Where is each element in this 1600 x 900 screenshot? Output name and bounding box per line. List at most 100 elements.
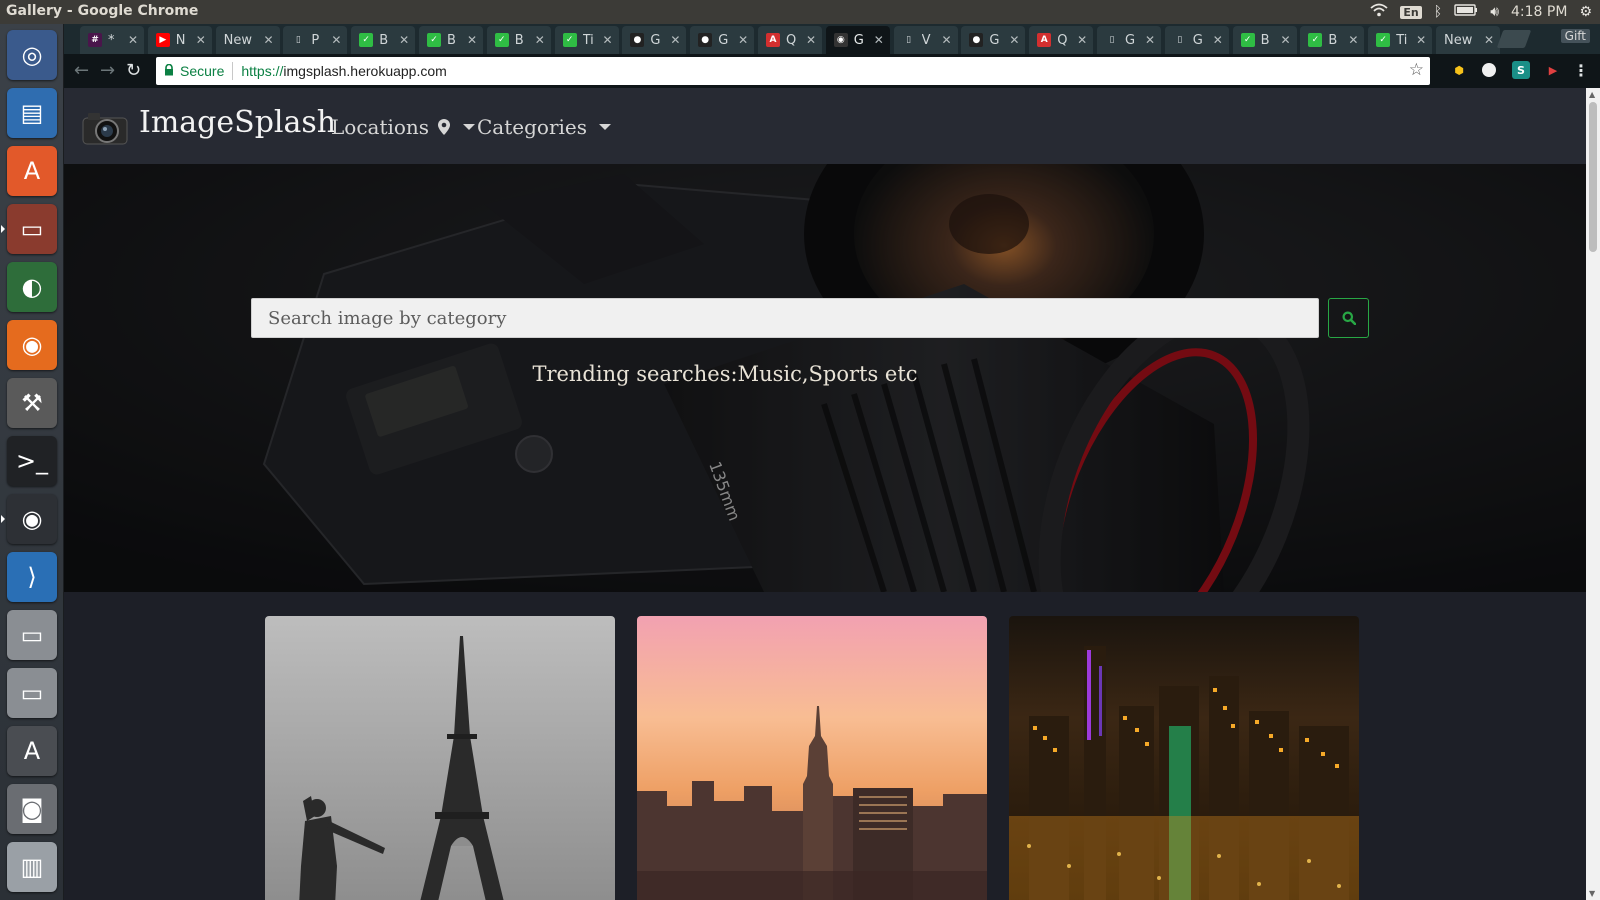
tab-close-icon[interactable]: ✕ bbox=[1348, 33, 1364, 47]
browser-tab[interactable]: ● G ✕ bbox=[690, 26, 755, 54]
search-button[interactable] bbox=[1328, 298, 1369, 338]
browser-tab[interactable]: ◉ G ✕ bbox=[825, 26, 890, 54]
tab-title: G bbox=[650, 32, 661, 48]
menu-kebab-icon[interactable]: ⋮ bbox=[1572, 61, 1590, 80]
browser-tab[interactable]: ✓ B ✕ bbox=[1300, 26, 1365, 54]
vscode-icon[interactable]: ⟩ bbox=[7, 552, 57, 602]
gallery-image-eiffel-tower[interactable] bbox=[265, 616, 615, 900]
tab-favicon-icon: ● bbox=[969, 33, 984, 47]
s-extension-icon[interactable]: S bbox=[1512, 61, 1530, 79]
tab-close-icon[interactable]: ✕ bbox=[806, 33, 822, 47]
browser-tab[interactable]: ✓ B ✕ bbox=[486, 26, 551, 54]
drive-icon[interactable]: ▭ bbox=[7, 610, 57, 660]
browser-tab[interactable]: ▯ G ✕ bbox=[1097, 26, 1161, 54]
browser-tab[interactable]: ● G ✕ bbox=[622, 26, 687, 54]
tab-favicon-icon: ● bbox=[698, 33, 713, 47]
brand-name[interactable]: ImageSplash bbox=[139, 105, 336, 140]
scroll-up-arrow-icon[interactable]: ▲ bbox=[1589, 90, 1595, 99]
camera-logo-icon[interactable] bbox=[80, 106, 130, 148]
tab-close-icon[interactable]: ✕ bbox=[1009, 33, 1025, 47]
drive-icon[interactable]: ▭ bbox=[7, 668, 57, 718]
software-updater-icon[interactable]: A bbox=[7, 726, 57, 776]
categories-dropdown[interactable]: Categories bbox=[477, 115, 611, 139]
bluetooth-icon[interactable]: ᛒ bbox=[1434, 4, 1442, 20]
search-input[interactable] bbox=[251, 298, 1319, 338]
back-icon[interactable]: ← bbox=[74, 60, 89, 81]
browser-tab[interactable]: # * ✕ bbox=[80, 26, 144, 54]
python-extension-icon[interactable]: ⬢ bbox=[1450, 61, 1468, 79]
browser-tab[interactable]: A Q ✕ bbox=[758, 26, 822, 54]
tab-close-icon[interactable]: ✕ bbox=[264, 33, 280, 47]
tab-close-icon[interactable]: ✕ bbox=[603, 33, 619, 47]
recorder-extension-icon[interactable]: ▶ bbox=[1544, 61, 1562, 79]
forward-icon[interactable]: → bbox=[100, 60, 115, 81]
tab-close-icon[interactable]: ✕ bbox=[331, 33, 347, 47]
tab-title: B bbox=[379, 32, 389, 48]
tab-title: B bbox=[1260, 32, 1270, 48]
tab-close-icon[interactable]: ✕ bbox=[738, 33, 754, 47]
scroll-down-arrow-icon[interactable]: ▼ bbox=[1589, 889, 1595, 898]
disk-usage-icon[interactable]: ◐ bbox=[7, 262, 57, 312]
clock[interactable]: 4:18 PM bbox=[1511, 4, 1567, 20]
browser-tab[interactable]: ✓ B ✕ bbox=[1232, 26, 1297, 54]
wifi-icon[interactable] bbox=[1370, 3, 1389, 21]
browser-tab[interactable]: New ✕ bbox=[215, 26, 280, 54]
bookmark-star-icon[interactable]: ☆ bbox=[1409, 60, 1424, 80]
trash-icon[interactable]: ▥ bbox=[7, 842, 57, 892]
tab-close-icon[interactable]: ✕ bbox=[942, 33, 958, 47]
reload-icon[interactable]: ↻ bbox=[126, 60, 141, 81]
new-tab-button[interactable] bbox=[1496, 30, 1532, 48]
files-icon[interactable]: ▭ bbox=[1, 204, 57, 254]
browser-tab[interactable]: New ✕ bbox=[1436, 26, 1500, 54]
scrollbar-thumb[interactable] bbox=[1589, 102, 1597, 252]
tab-favicon-icon: ✓ bbox=[359, 33, 374, 47]
battery-icon[interactable] bbox=[1454, 4, 1478, 20]
circle-extension-icon[interactable] bbox=[1482, 63, 1496, 77]
ubuntu-software-icon[interactable]: A bbox=[7, 146, 57, 196]
browser-tab[interactable]: A Q ✕ bbox=[1029, 26, 1094, 54]
libreoffice-writer-icon[interactable]: ▤ bbox=[7, 88, 57, 138]
tab-close-icon[interactable]: ✕ bbox=[1145, 33, 1161, 47]
ubuntu-dash-icon[interactable]: ◎ bbox=[7, 30, 57, 80]
tab-close-icon[interactable]: ✕ bbox=[874, 33, 890, 47]
browser-tab[interactable]: ▯ V ✕ bbox=[893, 26, 958, 54]
tab-close-icon[interactable]: ✕ bbox=[467, 33, 483, 47]
address-bar[interactable]: Secure https://imgsplash.herokuapp.com ☆ bbox=[156, 57, 1430, 85]
chrome-icon[interactable]: ◉ bbox=[1, 494, 57, 544]
tab-close-icon[interactable]: ✕ bbox=[1281, 33, 1297, 47]
tab-close-icon[interactable]: ✕ bbox=[535, 33, 551, 47]
tab-close-icon[interactable]: ✕ bbox=[670, 33, 686, 47]
page-scrollbar[interactable]: ▲ ▼ bbox=[1586, 88, 1600, 900]
tab-close-icon[interactable]: ✕ bbox=[128, 33, 144, 47]
tab-title: Q bbox=[1057, 32, 1068, 48]
locations-dropdown[interactable]: Locations bbox=[331, 115, 476, 139]
browser-tab[interactable]: ▯ G ✕ bbox=[1164, 26, 1229, 54]
terminal-icon[interactable]: >_ bbox=[7, 436, 57, 486]
browser-tab[interactable]: ▯ P ✕ bbox=[283, 26, 348, 54]
tab-close-icon[interactable]: ✕ bbox=[196, 33, 212, 47]
gallery-image-city-night[interactable] bbox=[1009, 616, 1359, 900]
browser-tab[interactable]: ● G ✕ bbox=[961, 26, 1026, 54]
browser-tab[interactable]: ✓ B ✕ bbox=[351, 26, 416, 54]
tab-close-icon[interactable]: ✕ bbox=[1077, 33, 1093, 47]
keyboard-layout-indicator[interactable]: En bbox=[1400, 5, 1422, 19]
volume-icon[interactable]: 🔊︎ bbox=[1490, 4, 1499, 20]
system-settings-icon[interactable]: ⚒ bbox=[7, 378, 57, 428]
url-protocol: https:// bbox=[241, 63, 284, 79]
gear-icon[interactable]: ⚙ bbox=[1579, 4, 1592, 20]
browser-tab[interactable]: ✓ B ✕ bbox=[419, 26, 483, 54]
tab-close-icon[interactable]: ✕ bbox=[1213, 33, 1229, 47]
browser-tab[interactable]: ✓ Ti ✕ bbox=[1368, 26, 1433, 54]
tab-title: V bbox=[921, 32, 931, 48]
camera-icon[interactable]: ◙ bbox=[7, 784, 57, 834]
tab-close-icon[interactable]: ✕ bbox=[399, 33, 415, 47]
gift-button[interactable]: Gift bbox=[1560, 29, 1590, 43]
tab-favicon-icon: ✓ bbox=[1308, 33, 1323, 47]
tab-title: B bbox=[514, 32, 524, 48]
gallery-image-new-york[interactable] bbox=[637, 616, 987, 900]
tab-favicon-icon: A bbox=[1037, 33, 1052, 47]
browser-tab[interactable]: ▶ N ✕ bbox=[147, 26, 212, 54]
firefox-icon[interactable]: ◉ bbox=[7, 320, 57, 370]
tab-close-icon[interactable]: ✕ bbox=[1416, 33, 1432, 47]
browser-tab[interactable]: ✓ Ti ✕ bbox=[554, 26, 619, 54]
